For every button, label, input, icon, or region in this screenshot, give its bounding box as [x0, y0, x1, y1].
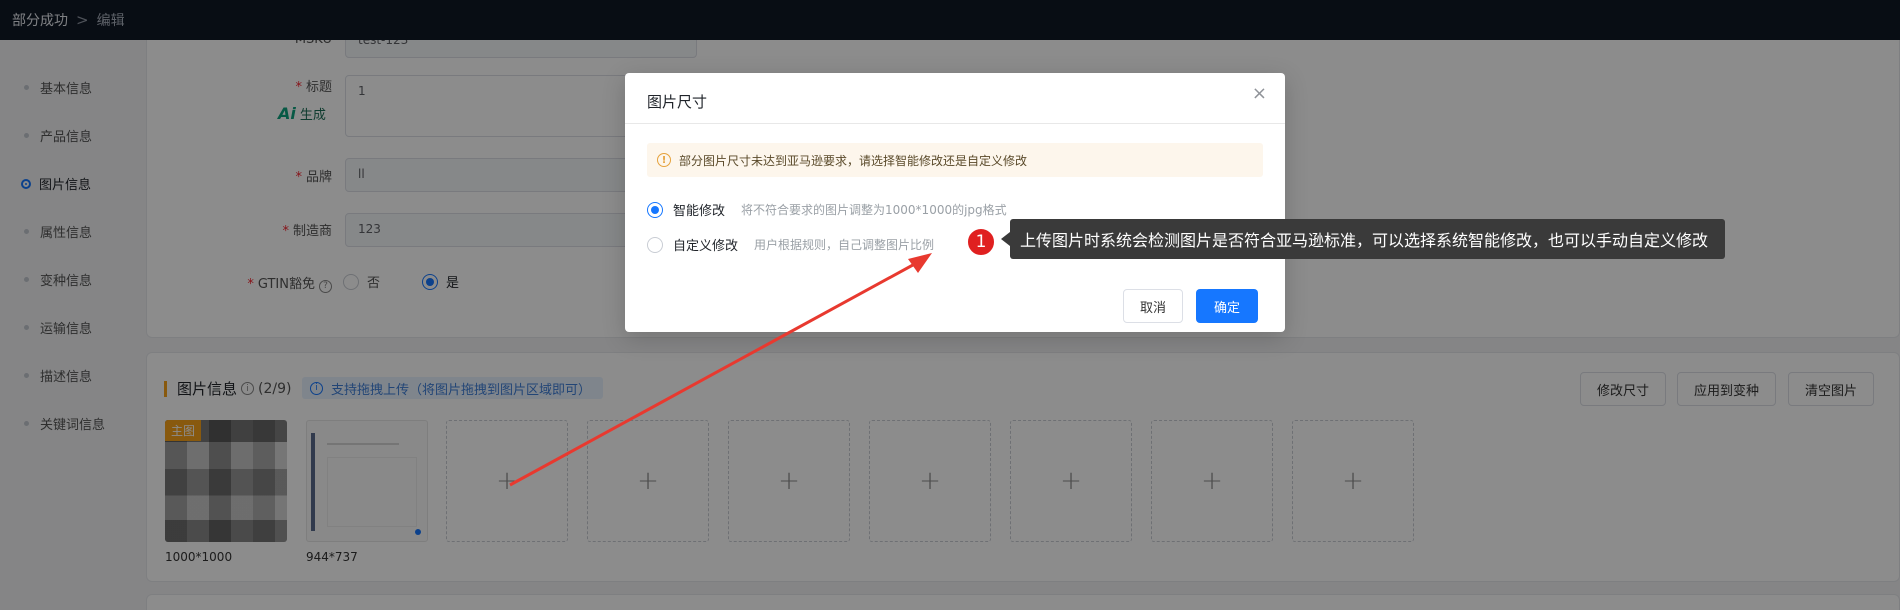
smart-modify-option[interactable]: 智能修改 将不符合要求的图片调整为1000*1000的jpg格式: [647, 200, 1007, 219]
dialog-divider: [625, 123, 1285, 124]
smart-modify-label: 智能修改: [673, 204, 726, 219]
image-size-dialog: 图片尺寸 × ! 部分图片尺寸未达到亚马逊要求，请选择智能修改还是自定义修改 智…: [625, 73, 1285, 332]
warning-icon: !: [657, 153, 671, 167]
custom-modify-radio[interactable]: [647, 236, 663, 253]
warning-text: 部分图片尺寸未达到亚马逊要求，请选择智能修改还是自定义修改: [679, 153, 1028, 168]
step-number-badge: 1: [966, 227, 996, 257]
custom-modify-desc: 用户根据规则，自己调整图片比例: [754, 238, 935, 252]
dialog-title: 图片尺寸: [647, 93, 708, 111]
confirm-button[interactable]: 确定: [1196, 289, 1258, 323]
custom-modify-option[interactable]: 自定义修改 用户根据规则，自己调整图片比例: [647, 235, 934, 254]
close-icon[interactable]: ×: [1252, 83, 1267, 104]
annotation-tooltip: 上传图片时系统会检测图片是否符合亚马逊标准，可以选择系统智能修改，也可以手动自定…: [1001, 219, 1725, 259]
warning-alert: ! 部分图片尺寸未达到亚马逊要求，请选择智能修改还是自定义修改: [647, 143, 1263, 177]
smart-modify-desc: 将不符合要求的图片调整为1000*1000的jpg格式: [741, 203, 1007, 217]
custom-modify-label: 自定义修改: [673, 239, 739, 254]
smart-modify-radio[interactable]: [647, 201, 663, 218]
cancel-button[interactable]: 取消: [1123, 289, 1183, 323]
